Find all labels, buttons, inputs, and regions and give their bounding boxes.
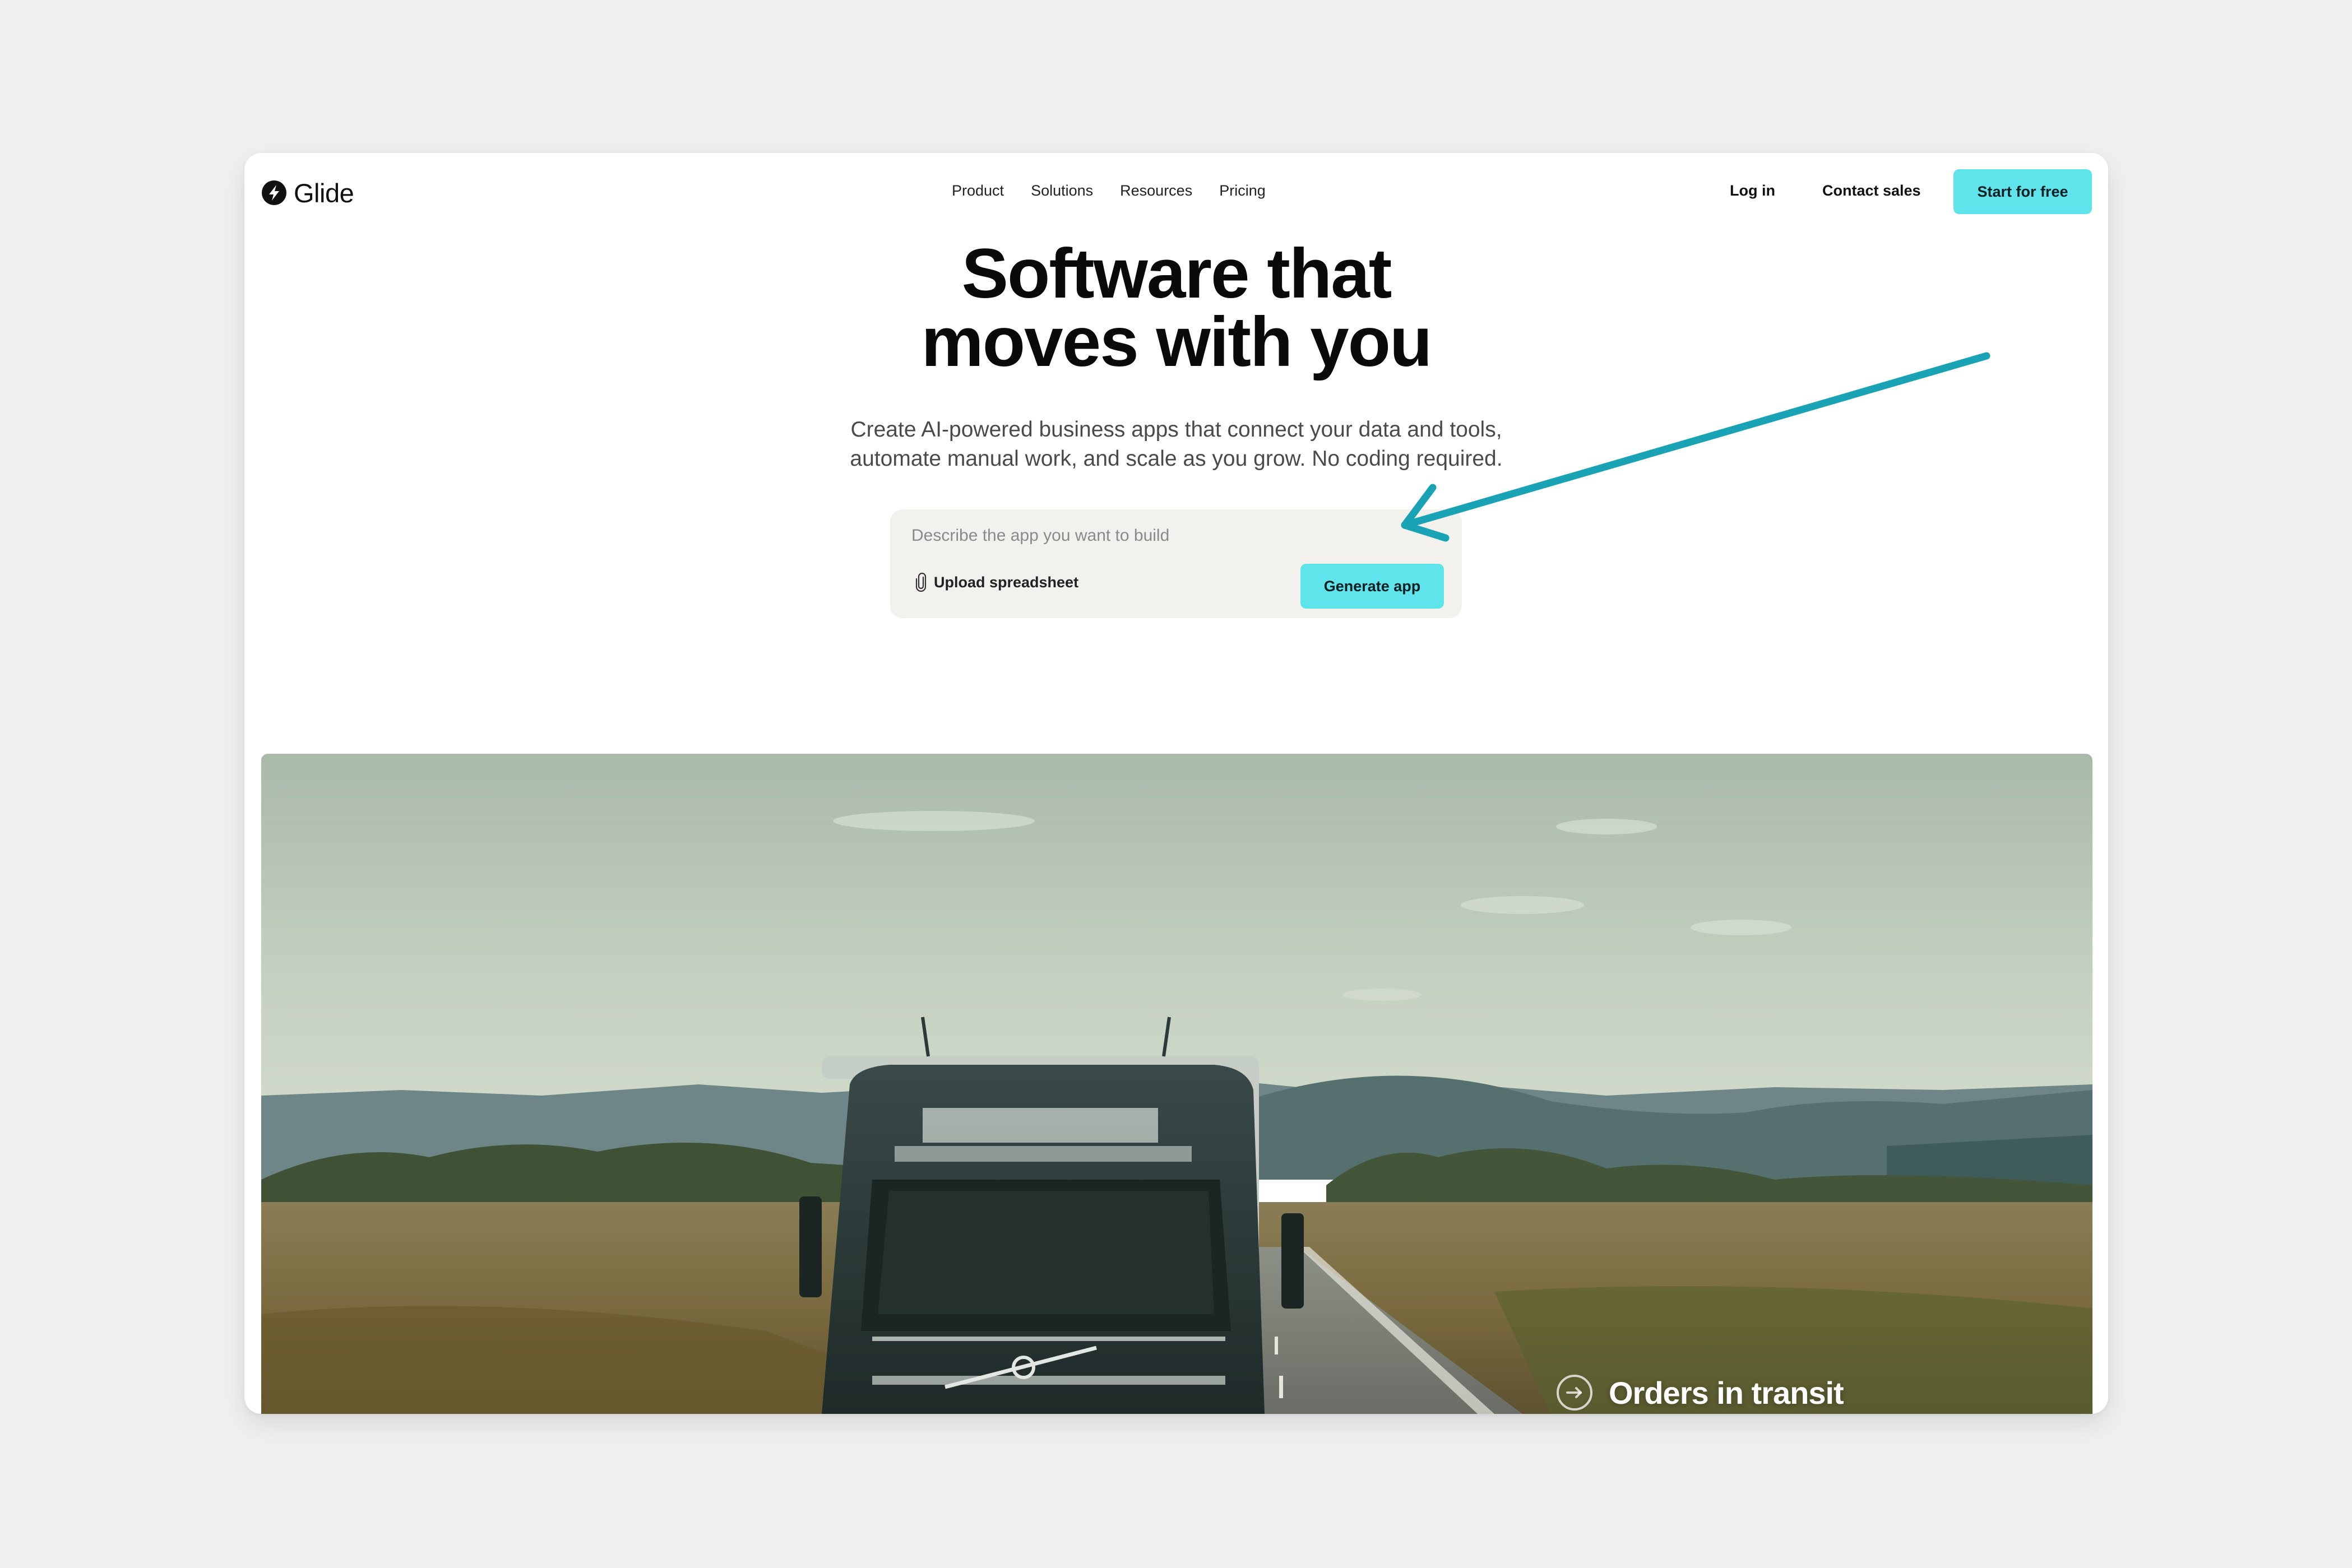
orders-in-transit-label: Orders in transit xyxy=(1609,1375,1844,1411)
browser-window: Glide Product Solutions Resources Pricin… xyxy=(244,153,2108,1414)
glide-bolt-icon xyxy=(261,180,287,206)
primary-nav: Product Solutions Resources Pricing xyxy=(952,182,1266,200)
truck-road-scene xyxy=(261,754,2092,1414)
nav-link-pricing[interactable]: Pricing xyxy=(1219,182,1266,200)
truck xyxy=(799,1017,1304,1414)
hero-title: Software that moves with you xyxy=(244,235,2108,381)
arrow-circle-icon xyxy=(1556,1374,1593,1411)
login-link[interactable]: Log in xyxy=(1730,182,1775,200)
nav-link-resources[interactable]: Resources xyxy=(1120,182,1192,200)
contact-sales-link[interactable]: Contact sales xyxy=(1822,182,1921,200)
describe-app-input[interactable] xyxy=(911,522,1416,550)
upload-spreadsheet-label: Upload spreadsheet xyxy=(934,573,1079,591)
generate-app-button[interactable]: Generate app xyxy=(1300,564,1444,609)
hero-subtitle-line-1: Create AI-powered business apps that con… xyxy=(850,417,1502,442)
hero-subtitle: Create AI-powered business apps that con… xyxy=(244,415,2108,474)
brand-name: Glide xyxy=(294,178,354,208)
hero-title-line-2: moves with you xyxy=(921,303,1433,381)
nav-link-product[interactable]: Product xyxy=(952,182,1004,200)
hero-subtitle-line-2: automate manual work, and scale as you g… xyxy=(850,447,1503,471)
nav-link-solutions[interactable]: Solutions xyxy=(1031,182,1093,200)
hero-title-line-1: Software that xyxy=(961,235,1392,313)
video-caption: Orders in transit xyxy=(1556,1374,1844,1411)
top-nav: Glide Product Solutions Resources Pricin… xyxy=(244,153,2108,231)
start-for-free-button[interactable]: Start for free xyxy=(1953,169,2092,214)
hero-video[interactable]: Orders in transit xyxy=(261,754,2092,1414)
brand-logo[interactable]: Glide xyxy=(261,177,354,208)
paperclip-icon xyxy=(915,573,928,592)
upload-spreadsheet-button[interactable]: Upload spreadsheet xyxy=(915,573,1078,592)
app-prompt-box: Upload spreadsheet Generate app xyxy=(890,509,1462,618)
